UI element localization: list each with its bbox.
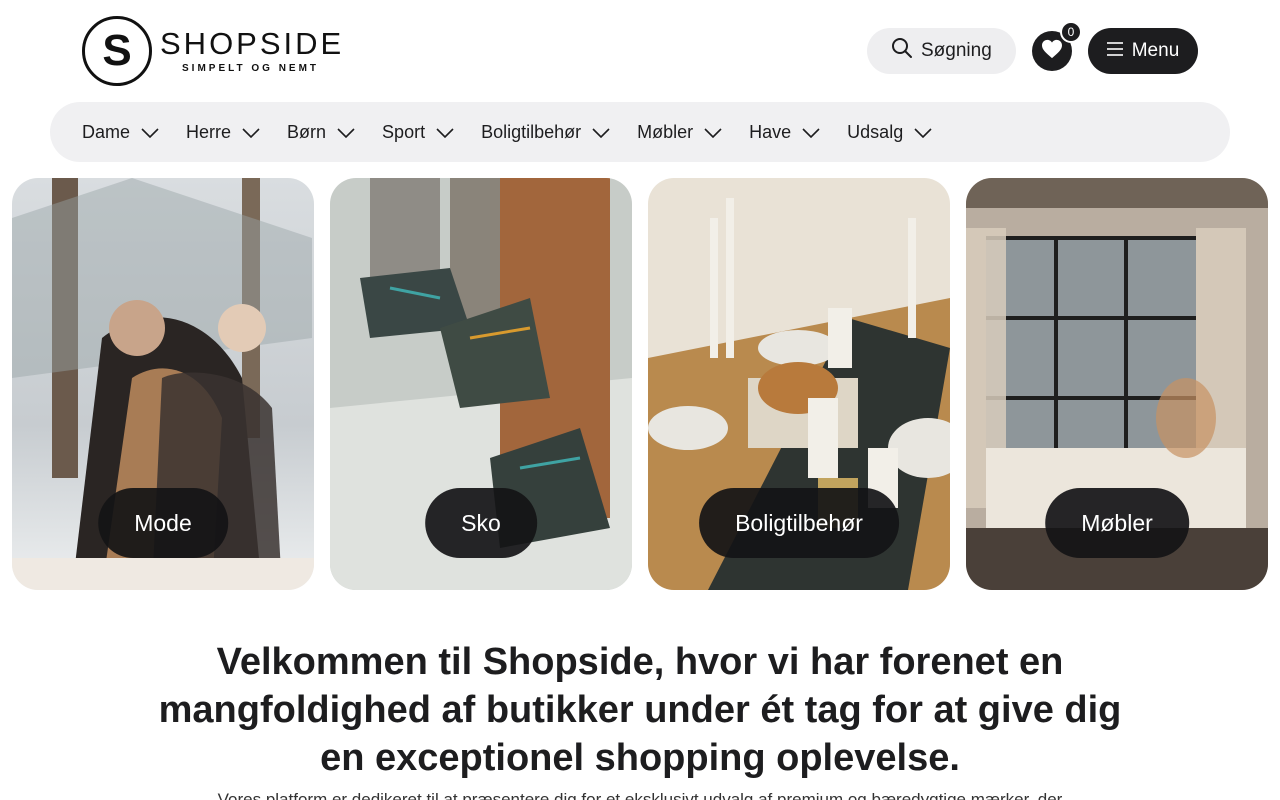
nav-item-born[interactable]: Børn bbox=[287, 122, 355, 143]
nav-item-label: Boligtilbehør bbox=[481, 121, 582, 142]
nav-item-label: Børn bbox=[287, 121, 327, 142]
logo-tagline: SIMPELT OG NEMT bbox=[182, 62, 320, 74]
chevron-down-icon bbox=[326, 122, 355, 143]
logo-mark: S bbox=[82, 16, 152, 86]
favorites-count-badge: 0 bbox=[1060, 21, 1082, 43]
logo[interactable]: S SHOPSIDE SIMPELT OG NEMT bbox=[82, 16, 344, 86]
nav-item-label: Møbler bbox=[637, 121, 694, 142]
nav-item-dame[interactable]: Dame bbox=[82, 122, 159, 143]
logo-title: SHOPSIDE bbox=[160, 25, 345, 61]
chevron-down-icon bbox=[231, 122, 260, 143]
welcome-heading: Velkommen til Shopside, hvor vi har fore… bbox=[158, 641, 1122, 779]
welcome-intro-text: Vores platform er dedikeret til at præse… bbox=[217, 790, 1063, 800]
category-card-mobler[interactable]: Møbler bbox=[966, 178, 1268, 590]
menu-button[interactable]: Menu bbox=[1088, 28, 1198, 74]
nav-item-label: Sport bbox=[382, 121, 426, 142]
chevron-down-icon bbox=[791, 122, 820, 143]
nav-item-herre[interactable]: Herre bbox=[186, 122, 260, 143]
category-label: Sko bbox=[425, 488, 537, 558]
chevron-down-icon bbox=[425, 122, 454, 143]
category-label: Boligtilbehør bbox=[699, 488, 899, 558]
nav-item-boligtilbehor[interactable]: Boligtilbehør bbox=[481, 122, 610, 143]
search-icon bbox=[891, 37, 921, 65]
chevron-down-icon bbox=[581, 122, 610, 143]
nav-item-label: Herre bbox=[186, 121, 232, 142]
nav-item-sport[interactable]: Sport bbox=[382, 122, 454, 143]
category-card-mode[interactable]: Mode bbox=[12, 178, 314, 590]
search-label: Søgning bbox=[921, 40, 992, 61]
category-nav: Dame Herre Børn Sport Boligtilbehør Møbl… bbox=[50, 102, 1230, 162]
chevron-down-icon bbox=[903, 122, 932, 143]
category-card-boligtilbehor[interactable]: Boligtilbehør bbox=[648, 178, 950, 590]
nav-item-label: Dame bbox=[82, 121, 131, 142]
nav-item-mobler[interactable]: Møbler bbox=[637, 122, 722, 143]
chevron-down-icon bbox=[693, 122, 722, 143]
nav-item-udsalg[interactable]: Udsalg bbox=[847, 122, 932, 143]
category-label: Mode bbox=[98, 488, 228, 558]
menu-label: Menu bbox=[1131, 40, 1180, 61]
site-header: S SHOPSIDE SIMPELT OG NEMT Søgning 0 Men… bbox=[0, 0, 1280, 102]
chevron-down-icon bbox=[130, 122, 159, 143]
nav-item-label: Udsalg bbox=[847, 121, 904, 142]
logo-wordmark: SHOPSIDE SIMPELT OG NEMT bbox=[160, 25, 345, 74]
hamburger-icon bbox=[1106, 40, 1132, 62]
heart-icon bbox=[1041, 39, 1063, 64]
category-card-sko[interactable]: Sko bbox=[330, 178, 632, 590]
search-button[interactable]: Søgning bbox=[867, 28, 1016, 74]
nav-item-label: Have bbox=[749, 121, 792, 142]
category-label: Møbler bbox=[1045, 488, 1189, 558]
nav-item-have[interactable]: Have bbox=[749, 122, 820, 143]
